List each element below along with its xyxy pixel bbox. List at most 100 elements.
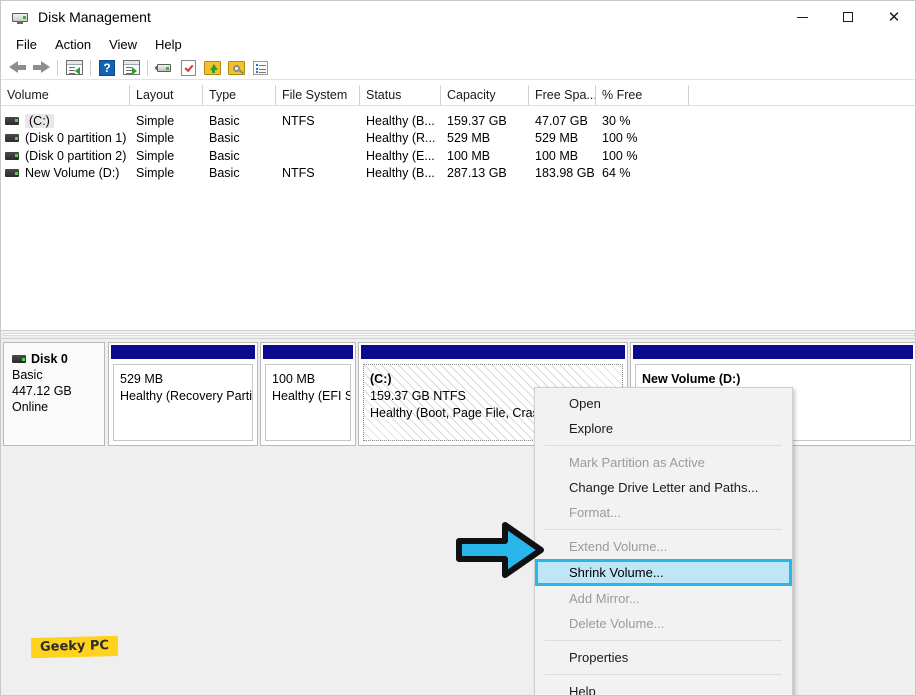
rescan-disks-icon[interactable]: [152, 57, 176, 79]
cell-status: Healthy (B...: [366, 166, 435, 181]
context-menu-separator: [545, 640, 782, 641]
column-header-volume[interactable]: Volume: [1, 85, 130, 105]
volume-list: Volume Layout Type File System Status Ca…: [1, 85, 915, 330]
context-menu-separator: [545, 674, 782, 675]
cell-type: Basic: [209, 166, 240, 181]
column-header-filler[interactable]: [689, 85, 915, 105]
context-menu-item-open[interactable]: Open: [535, 391, 792, 416]
cell-file-system: [276, 147, 360, 165]
partition-health: Healthy (EFI Syst: [272, 389, 350, 403]
cell-free-space: 47.07 GB: [535, 113, 588, 128]
volume-icon: [5, 116, 19, 125]
cell-capacity: 529 MB: [447, 131, 491, 146]
toolbar: ?: [1, 56, 915, 80]
disk-type: Basic: [12, 368, 43, 382]
partition-capacity-bar: [263, 345, 353, 359]
help-icon[interactable]: ?: [95, 57, 119, 79]
context-menu-item-delete-volume: Delete Volume...: [569, 616, 665, 631]
cell-capacity: 100 MB: [447, 148, 491, 163]
context-menu: Open Explore Mark Partition as Active Ch…: [534, 387, 793, 695]
partition-size: 100 MB: [272, 372, 316, 386]
disk-size: 447.12 GB: [12, 384, 72, 398]
menu-bar: File Action View Help: [1, 33, 915, 56]
cell-percent-free: 64 %: [602, 166, 631, 181]
table-row[interactable]: New Volume (D:) Simple Basic NTFS Health…: [1, 165, 915, 183]
context-menu-item-help[interactable]: Help: [535, 679, 792, 695]
forward-arrow-icon[interactable]: [29, 57, 53, 79]
pane-splitter[interactable]: [1, 330, 915, 339]
close-icon[interactable]: ✕: [871, 1, 915, 33]
disk-title: Disk 0: [12, 351, 104, 367]
toolbar-separator: [147, 59, 148, 76]
disk-management-icon: [11, 9, 29, 25]
context-menu-separator: [545, 529, 782, 530]
cell-type: Basic: [209, 148, 240, 163]
show-hide-console-tree-icon[interactable]: [119, 57, 143, 79]
cell-layout: Simple: [136, 148, 175, 163]
cell-layout: Simple: [136, 166, 175, 181]
partition-capacity-bar: [361, 345, 625, 359]
column-header-file-system[interactable]: File System: [276, 85, 360, 105]
menu-item-action[interactable]: Action: [46, 35, 100, 54]
partition-strip: 529 MB Healthy (Recovery Partit 100 MB H…: [108, 342, 915, 446]
folder-up-icon[interactable]: [200, 57, 224, 79]
folder-search-icon[interactable]: [224, 57, 248, 79]
partition-efi[interactable]: 100 MB Healthy (EFI Syst: [260, 342, 356, 446]
table-row[interactable]: (Disk 0 partition 1) Simple Basic Health…: [1, 130, 915, 148]
column-header-capacity[interactable]: Capacity: [441, 85, 529, 105]
cell-free-space: 100 MB: [535, 148, 579, 163]
cell-percent-free: 100 %: [602, 148, 638, 163]
partition-title: (C:): [370, 372, 392, 386]
column-header-free-space[interactable]: Free Spa...: [529, 85, 596, 105]
partition-capacity-bar: [111, 345, 255, 359]
up-one-level-icon[interactable]: [62, 57, 86, 79]
volume-icon: [5, 169, 19, 178]
volume-icon: [5, 151, 19, 160]
partition-capacity-bar: [633, 345, 913, 359]
cell-volume: (C:): [25, 113, 54, 128]
cell-layout: Simple: [136, 113, 175, 128]
context-menu-item-change-drive-letter-and-paths[interactable]: Change Drive Letter and Paths...: [535, 475, 792, 500]
cell-percent-free: 100 %: [602, 131, 638, 146]
partition-size: 529 MB: [120, 372, 164, 386]
table-row[interactable]: (C:) Simple Basic NTFS Healthy (B... 159…: [1, 112, 915, 130]
cell-layout: Simple: [136, 131, 175, 146]
title-bar: Disk Management ✕: [1, 1, 915, 33]
minimize-button[interactable]: [779, 1, 825, 33]
list-view-icon[interactable]: [248, 57, 272, 79]
menu-item-file[interactable]: File: [7, 35, 46, 54]
column-header-status[interactable]: Status: [360, 85, 441, 105]
volume-list-header: Volume Layout Type File System Status Ca…: [1, 85, 915, 106]
menu-item-help[interactable]: Help: [146, 35, 191, 54]
toolbar-separator: [57, 59, 58, 76]
menu-item-view[interactable]: View: [100, 35, 146, 54]
context-menu-item-extend-volume: Extend Volume...: [569, 539, 668, 554]
context-menu-item-explore[interactable]: Explore: [535, 416, 792, 441]
partition-health: Healthy (Recovery Partit: [120, 389, 253, 403]
check-icon[interactable]: [176, 57, 200, 79]
context-menu-item-shrink-volume[interactable]: Shrink Volume...: [535, 559, 792, 586]
window-controls: ✕: [779, 1, 915, 33]
cell-file-system: NTFS: [282, 113, 315, 128]
partition-recovery[interactable]: 529 MB Healthy (Recovery Partit: [108, 342, 258, 446]
back-arrow-icon[interactable]: [5, 57, 29, 79]
volume-list-body: (C:) Simple Basic NTFS Healthy (B... 159…: [1, 106, 915, 183]
column-header-percent-free[interactable]: % Free: [596, 85, 689, 105]
column-header-layout[interactable]: Layout: [130, 85, 203, 105]
context-menu-separator: [545, 445, 782, 446]
watermark: Geeky PC: [32, 635, 117, 659]
cell-volume: (Disk 0 partition 1): [25, 131, 127, 146]
context-menu-item-properties[interactable]: Properties: [535, 645, 792, 670]
pointer-arrow-icon: [453, 519, 549, 581]
cell-status: Healthy (B...: [366, 113, 435, 128]
cell-capacity: 159.37 GB: [447, 113, 507, 128]
cell-volume: (Disk 0 partition 2): [25, 148, 127, 163]
disk-state: Online: [12, 400, 49, 414]
maximize-button[interactable]: [825, 1, 871, 33]
column-header-type[interactable]: Type: [203, 85, 276, 105]
disk-management-window: Disk Management ✕ File Action View Help …: [0, 0, 916, 696]
table-row[interactable]: (Disk 0 partition 2) Simple Basic Health…: [1, 147, 915, 165]
cell-file-system: NTFS: [282, 166, 315, 181]
disk-info-panel[interactable]: Disk 0 Basic 447.12 GB Online: [3, 342, 105, 446]
cell-free-space: 529 MB: [535, 131, 579, 146]
